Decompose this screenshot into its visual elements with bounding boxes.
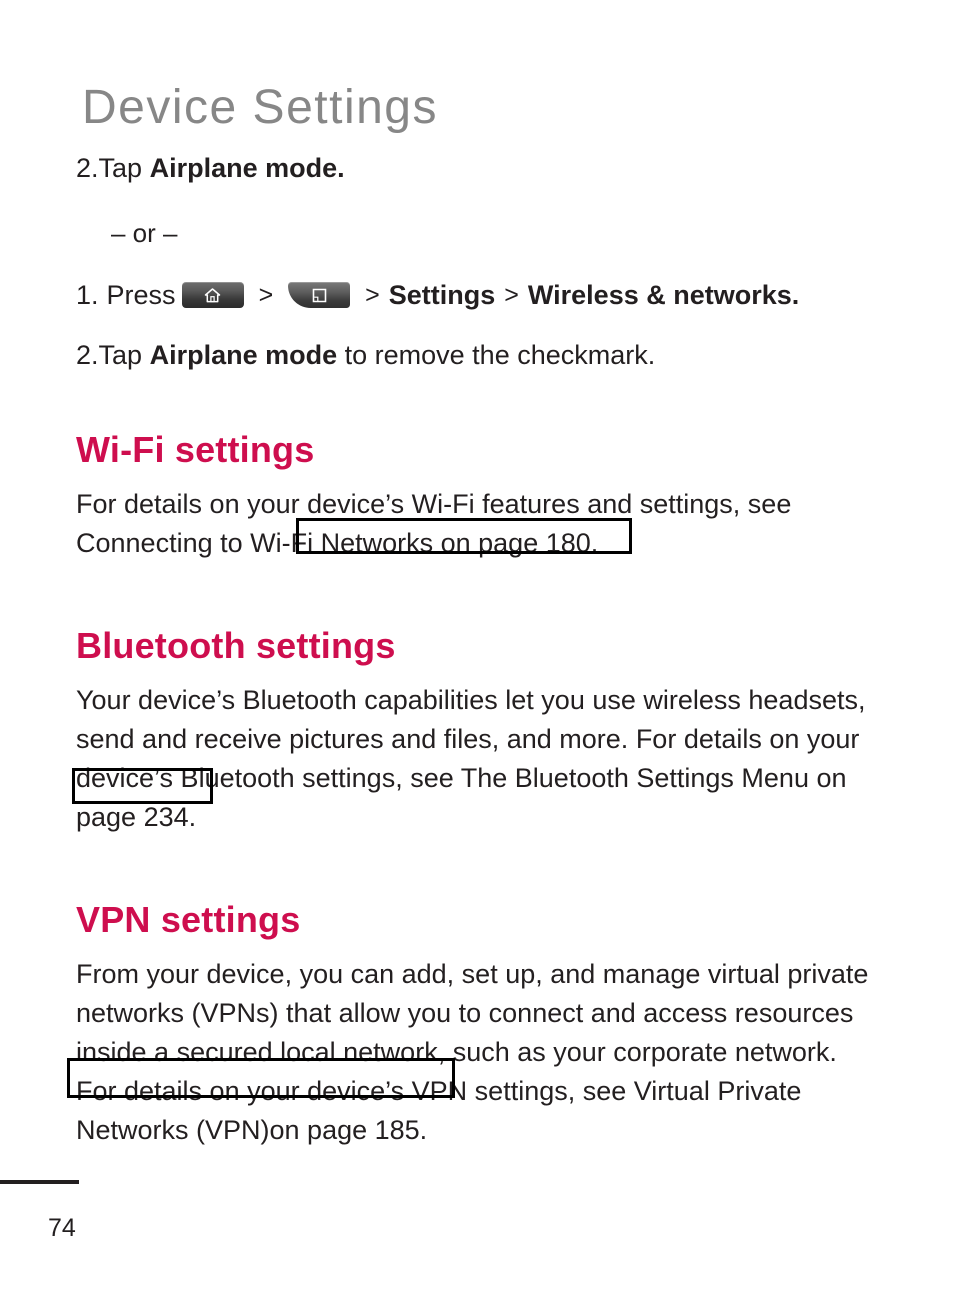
paragraph-line: send and receive pictures and files, and… bbox=[76, 724, 860, 754]
paragraph-line: networks (VPNs) that allow you to connec… bbox=[76, 998, 854, 1028]
step-remove-checkmark: 2.Tap Airplane mode to remove the checkm… bbox=[76, 336, 906, 374]
step-text: Tap bbox=[98, 153, 150, 183]
separator-chevron: > bbox=[504, 281, 519, 309]
section-heading-bluetooth: Bluetooth settings bbox=[76, 625, 396, 666]
step-number: 2. bbox=[76, 153, 99, 183]
wireless-networks-label: Wireless & networks. bbox=[527, 280, 800, 310]
link-box-page-234[interactable] bbox=[72, 768, 213, 804]
menu-page-icon bbox=[288, 282, 350, 308]
or-separator: – or – bbox=[111, 218, 178, 248]
step-text: Tap bbox=[98, 340, 150, 370]
step-press-keys: 1. Press > > Settings > Wireless & netwo… bbox=[76, 276, 906, 314]
step-text-after: to remove the checkmark. bbox=[337, 340, 656, 370]
settings-label: Settings bbox=[388, 280, 496, 310]
step-bold-airplane-mode: Airplane mode. bbox=[149, 153, 345, 183]
menu-key[interactable] bbox=[288, 282, 351, 308]
section-heading-vpn: VPN settings bbox=[76, 899, 301, 940]
step-bold-airplane-mode: Airplane mode bbox=[149, 340, 338, 370]
link-box-wifi-networks-page-180[interactable] bbox=[296, 518, 632, 554]
page-content: 2.Tap Airplane mode. – or – 1. Press > >… bbox=[76, 148, 906, 1150]
home-icon bbox=[182, 282, 244, 308]
document-page: Device Settings 2.Tap Airplane mode. – o… bbox=[0, 0, 954, 1291]
page-number: 74 bbox=[48, 1214, 76, 1242]
step-number: 2. bbox=[76, 340, 99, 370]
step-label-press: Press bbox=[106, 280, 176, 310]
footer-divider bbox=[0, 1180, 79, 1184]
home-key[interactable] bbox=[181, 282, 244, 308]
paragraph-line: From your device, you can add, set up, a… bbox=[76, 959, 869, 989]
link-box-vpn-page-185[interactable] bbox=[67, 1058, 455, 1098]
section-paragraph-bluetooth: Your device’s Bluetooth capabilities let… bbox=[76, 681, 906, 837]
paragraph-line: Your device’s Bluetooth capabilities let… bbox=[76, 685, 866, 715]
section-paragraph-vpn: From your device, you can add, set up, a… bbox=[76, 955, 906, 1150]
page-title: Device Settings bbox=[82, 81, 438, 135]
step-number: 1. bbox=[76, 280, 99, 310]
paragraph-line: Networks (VPN)on page 185. bbox=[76, 1115, 428, 1145]
step-tap-airplane-mode: 2.Tap Airplane mode. bbox=[76, 148, 906, 188]
separator-chevron: > bbox=[365, 281, 380, 309]
separator-chevron: > bbox=[258, 281, 274, 309]
section-heading-wifi: Wi-Fi settings bbox=[76, 429, 315, 470]
